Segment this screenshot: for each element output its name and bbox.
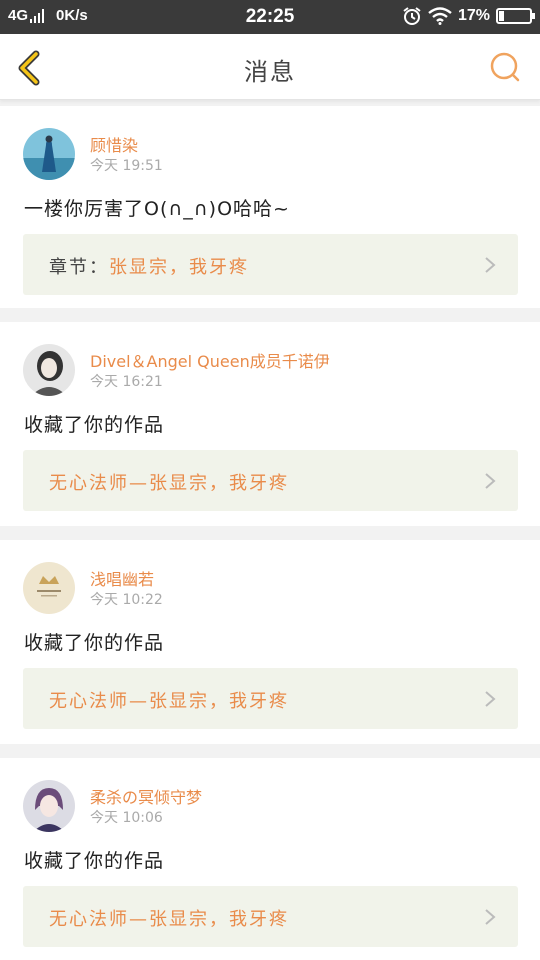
avatar[interactable] bbox=[23, 780, 75, 832]
alarm-icon bbox=[403, 7, 421, 25]
post-time: 今天 10:06 bbox=[90, 810, 163, 826]
post-time: 今天 19:51 bbox=[90, 158, 163, 174]
message-card: 顾惜染 今天 19:51 一楼你厉害了O(∩_∩)O哈哈~ 章节：张显宗，我牙疼 bbox=[0, 106, 540, 308]
work-link[interactable]: 无心法师—张显宗，我牙疼 bbox=[23, 668, 518, 729]
message-text: 收藏了你的作品 bbox=[24, 850, 165, 872]
post-time: 今天 10:22 bbox=[90, 592, 163, 608]
search-icon[interactable] bbox=[488, 50, 522, 84]
message-text: 收藏了你的作品 bbox=[24, 632, 165, 654]
chapter-link[interactable]: 章节：张显宗，我牙疼 bbox=[23, 234, 518, 295]
work-link[interactable]: 无心法师—张显宗，我牙疼 bbox=[23, 886, 518, 947]
chevron-right-icon bbox=[485, 691, 496, 707]
avatar[interactable] bbox=[23, 344, 75, 396]
work-title: 无心法师—张显宗，我牙疼 bbox=[49, 473, 289, 494]
status-bar: 4G 0K/s 22:25 17% bbox=[0, 0, 540, 34]
battery-percent: 17% bbox=[457, 7, 490, 24]
avatar[interactable] bbox=[23, 562, 75, 614]
user-name[interactable]: 柔杀の冥倾守梦 bbox=[90, 784, 202, 808]
message-text: 收藏了你的作品 bbox=[24, 414, 165, 436]
message-text: 一楼你厉害了O(∩_∩)O哈哈~ bbox=[24, 198, 290, 220]
message-card: Divel＆Angel Queen成员千诺伊 今天 16:21 收藏了你的作品 … bbox=[0, 322, 540, 526]
nav-bar: 消息 bbox=[0, 34, 540, 100]
chevron-right-icon bbox=[485, 909, 496, 925]
chevron-right-icon bbox=[485, 473, 496, 489]
post-time: 今天 16:21 bbox=[90, 374, 163, 390]
work-title: 无心法师—张显宗，我牙疼 bbox=[49, 691, 289, 712]
work-link[interactable]: 无心法师—张显宗，我牙疼 bbox=[23, 450, 518, 511]
chevron-right-icon bbox=[485, 257, 496, 273]
message-list: 顾惜染 今天 19:51 一楼你厉害了O(∩_∩)O哈哈~ 章节：张显宗，我牙疼… bbox=[0, 106, 540, 960]
message-card: 柔杀の冥倾守梦 今天 10:06 收藏了你的作品 无心法师—张显宗，我牙疼 bbox=[0, 758, 540, 960]
work-title: 无心法师—张显宗，我牙疼 bbox=[49, 909, 289, 930]
wifi-icon bbox=[428, 7, 452, 25]
battery-icon bbox=[496, 8, 535, 24]
user-name[interactable]: Divel＆Angel Queen成员千诺伊 bbox=[90, 348, 330, 372]
page-title: 消息 bbox=[244, 58, 296, 86]
message-card: 浅唱幽若 今天 10:22 收藏了你的作品 无心法师—张显宗，我牙疼 bbox=[0, 540, 540, 744]
avatar[interactable] bbox=[23, 128, 75, 180]
user-name[interactable]: 顾惜染 bbox=[90, 132, 138, 156]
chapter-label: 章节：张显宗，我牙疼 bbox=[49, 257, 249, 278]
user-name[interactable]: 浅唱幽若 bbox=[90, 566, 154, 590]
